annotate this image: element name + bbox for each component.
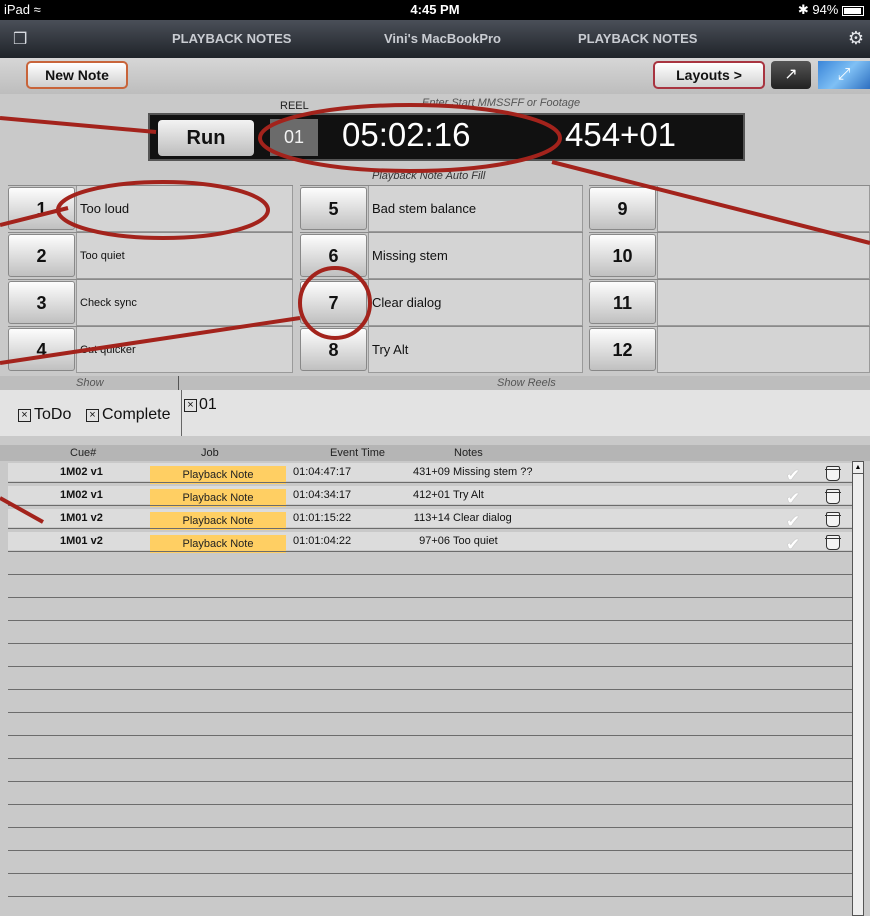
annotation-line-clear-dialog [0,316,301,365]
app: iPad ≈ 4:45 PM ✱ 94% ❒ PLAYBACK NOTES Vi… [0,0,870,916]
annotation-line-run [0,116,157,134]
annotation-ellipse-timecode [258,103,562,173]
annotation-line-table [0,496,44,524]
annotation-line-timecode [551,160,870,245]
annotation-circle-clear-dialog [298,266,372,340]
annotation-line-too-loud [0,206,69,227]
annotation-overlay [0,103,870,524]
annotation-ellipse-too-loud [56,180,270,240]
